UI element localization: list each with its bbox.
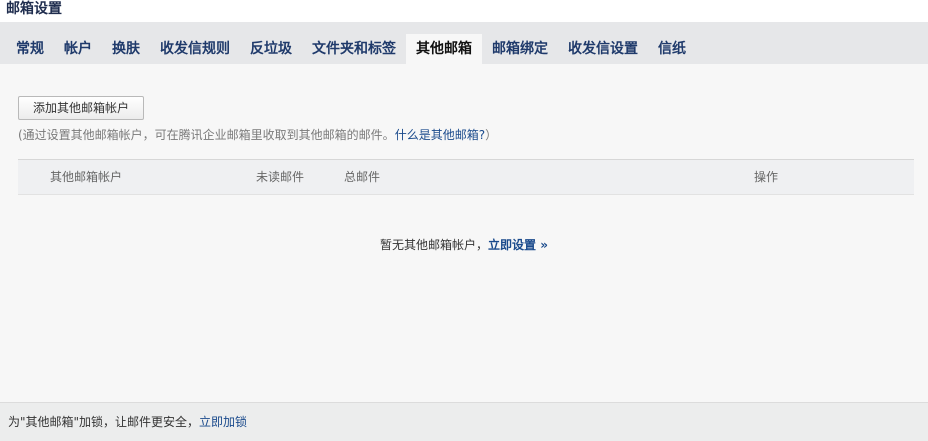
- tabs-bar: 常规 帐户 换肤 收发信规则 反垃圾 文件夹和标签 其他邮箱 邮箱绑定 收发信设…: [0, 22, 928, 64]
- tab-mailbox-binding[interactable]: 邮箱绑定: [482, 34, 558, 64]
- lock-notice: 为"其他邮箱"加锁，让邮件更安全，立即加锁: [8, 413, 247, 431]
- tab-other-mailbox[interactable]: 其他邮箱: [406, 34, 482, 64]
- settings-tabs: 常规 帐户 换肤 收发信规则 反垃圾 文件夹和标签 其他邮箱 邮箱绑定 收发信设…: [6, 34, 696, 64]
- setup-now-link[interactable]: 立即设置 »: [488, 238, 548, 252]
- tab-anti-spam[interactable]: 反垃圾: [240, 34, 302, 64]
- empty-state-text: 暂无其他邮箱帐户，: [380, 238, 489, 252]
- hint-text: (通过设置其他邮箱帐户，可在腾讯企业邮箱里收取到其他邮箱的邮件。: [18, 128, 395, 142]
- lock-notice-bar: 为"其他邮箱"加锁，让邮件更安全，立即加锁: [0, 402, 928, 441]
- what-is-other-mailbox-link[interactable]: 什么是其他邮箱?: [395, 128, 485, 142]
- page-title: 邮箱设置: [6, 1, 62, 17]
- column-header-actions: 操作: [754, 170, 779, 184]
- lock-now-link[interactable]: 立即加锁: [199, 415, 247, 429]
- tab-account[interactable]: 帐户: [54, 34, 102, 64]
- tab-skin[interactable]: 换肤: [102, 34, 150, 64]
- other-mailbox-hint: (通过设置其他邮箱帐户，可在腾讯企业邮箱里收取到其他邮箱的邮件。什么是其他邮箱?…: [18, 127, 497, 143]
- tab-folders-labels[interactable]: 文件夹和标签: [302, 34, 406, 64]
- tab-send-receive-settings[interactable]: 收发信设置: [558, 34, 648, 64]
- column-header-total: 总邮件: [344, 170, 381, 184]
- column-header-unread: 未读邮件: [256, 170, 305, 184]
- column-header-account: 其他邮箱帐户: [50, 170, 123, 184]
- add-other-mailbox-button[interactable]: 添加其他邮箱帐户: [18, 96, 145, 120]
- lock-notice-text: 为"其他邮箱"加锁，让邮件更安全，: [8, 415, 200, 429]
- empty-state: 暂无其他邮箱帐户，立即设置 »: [0, 236, 928, 254]
- tab-stationery[interactable]: 信纸: [648, 34, 696, 64]
- tab-general[interactable]: 常规: [6, 34, 54, 64]
- top-bar: 邮箱设置: [0, 0, 928, 22]
- tab-mail-rules[interactable]: 收发信规则: [150, 34, 240, 64]
- hint-suffix: ）: [485, 128, 498, 142]
- table-header: 其他邮箱帐户 未读邮件 总邮件 操作: [18, 159, 914, 195]
